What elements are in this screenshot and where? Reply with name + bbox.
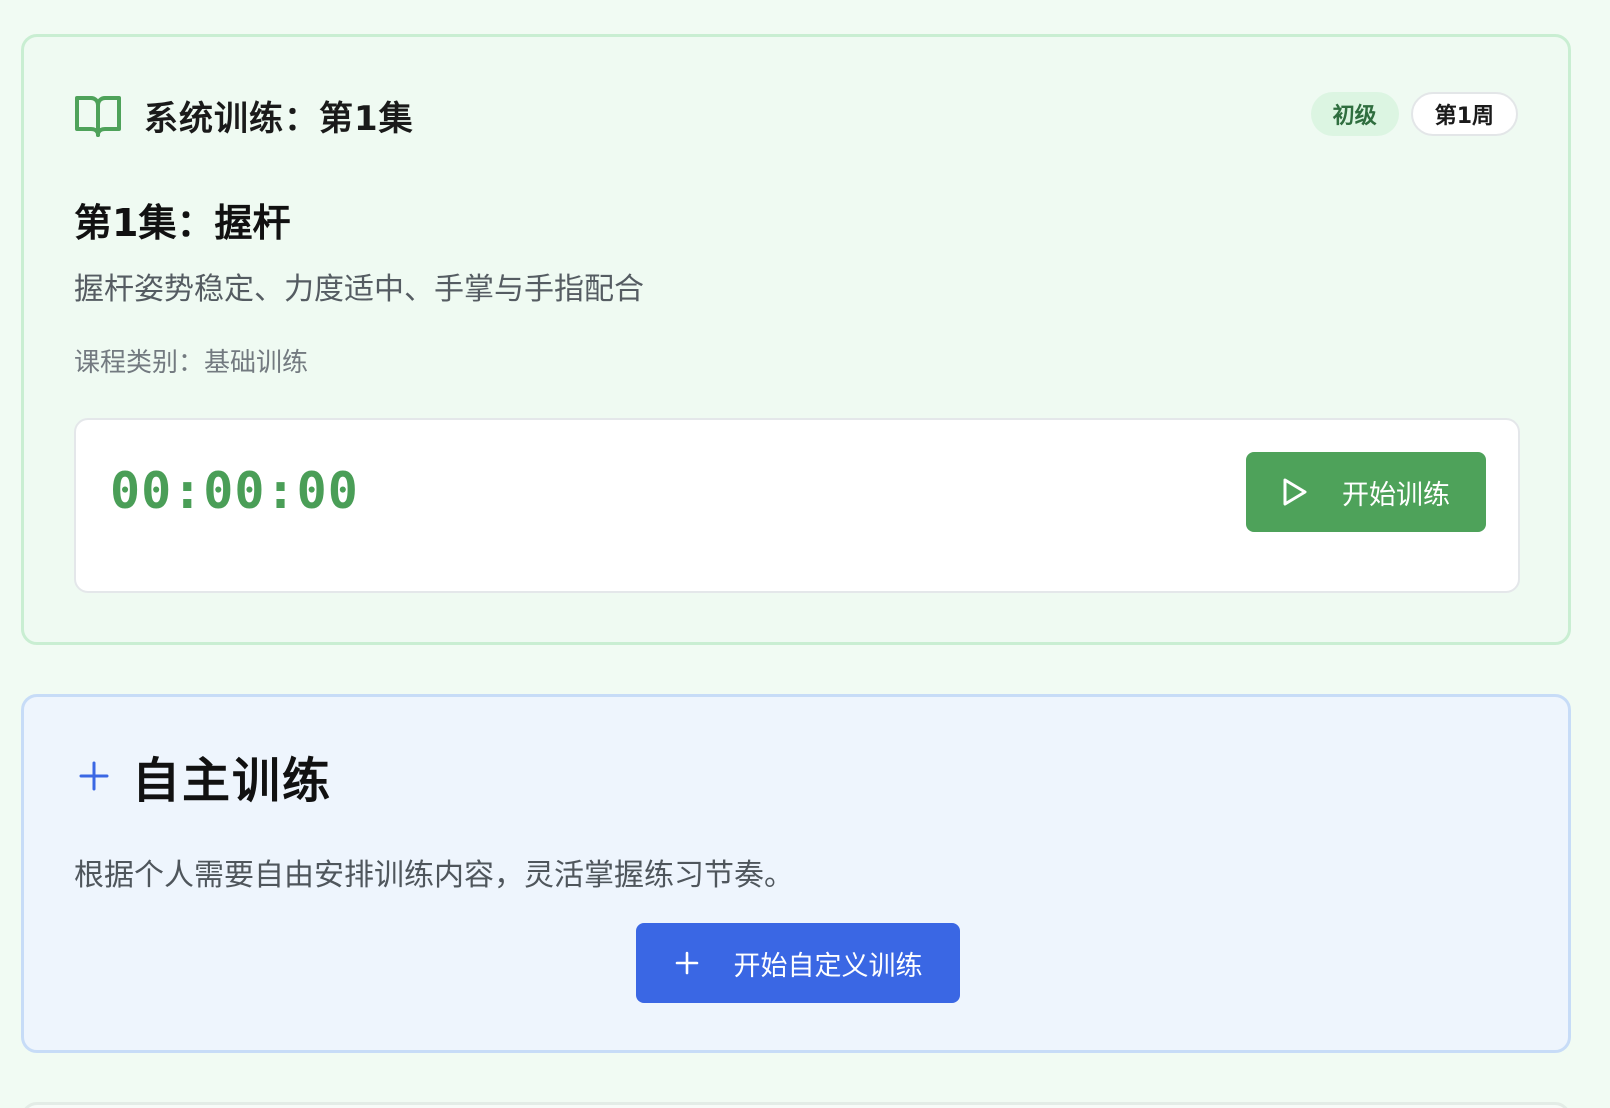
- lesson-title: 第1集：握杆: [74, 201, 291, 245]
- badge-group: 初级 第1周: [1310, 92, 1518, 136]
- system-training-card: 系统训练：第1集 初级 第1周 第1集：握杆 握杆姿势稳定、力度适中、手掌与手指…: [21, 34, 1571, 645]
- start-custom-training-label: 开始自定义训练: [733, 950, 923, 982]
- lesson-category: 课程类别：基础训练: [74, 348, 309, 378]
- timer-panel: 00:00:00 开始训练: [74, 418, 1520, 593]
- custom-training-title: 自主训练: [132, 753, 333, 809]
- start-training-button[interactable]: 开始训练: [1246, 452, 1486, 532]
- custom-training-description: 根据个人需要自由安排训练内容，灵活掌握练习节奏。: [74, 858, 794, 893]
- custom-training-header: 自主训练: [78, 741, 332, 811]
- lesson-description: 握杆姿势稳定、力度适中、手掌与手指配合: [74, 272, 644, 307]
- play-icon: [1282, 477, 1308, 507]
- timer-display: 00:00:00: [110, 462, 359, 520]
- custom-training-card: 自主训练 根据个人需要自由安排训练内容，灵活掌握练习节奏。 开始自定义训练: [21, 694, 1571, 1053]
- next-card: [21, 1102, 1571, 1108]
- week-badge: 第1周: [1410, 92, 1518, 136]
- training-page: 系统训练：第1集 初级 第1周 第1集：握杆 握杆姿势稳定、力度适中、手掌与手指…: [0, 0, 1610, 1108]
- system-training-header: 系统训练：第1集: [74, 91, 414, 140]
- plus-icon: [78, 760, 110, 792]
- level-badge: 初级: [1310, 92, 1399, 136]
- start-training-label: 开始训练: [1342, 479, 1450, 511]
- start-custom-training-button[interactable]: 开始自定义训练: [636, 923, 960, 1003]
- system-training-title: 系统训练：第1集: [144, 99, 414, 139]
- plus-icon: [674, 950, 700, 976]
- book-open-icon: [74, 93, 122, 139]
